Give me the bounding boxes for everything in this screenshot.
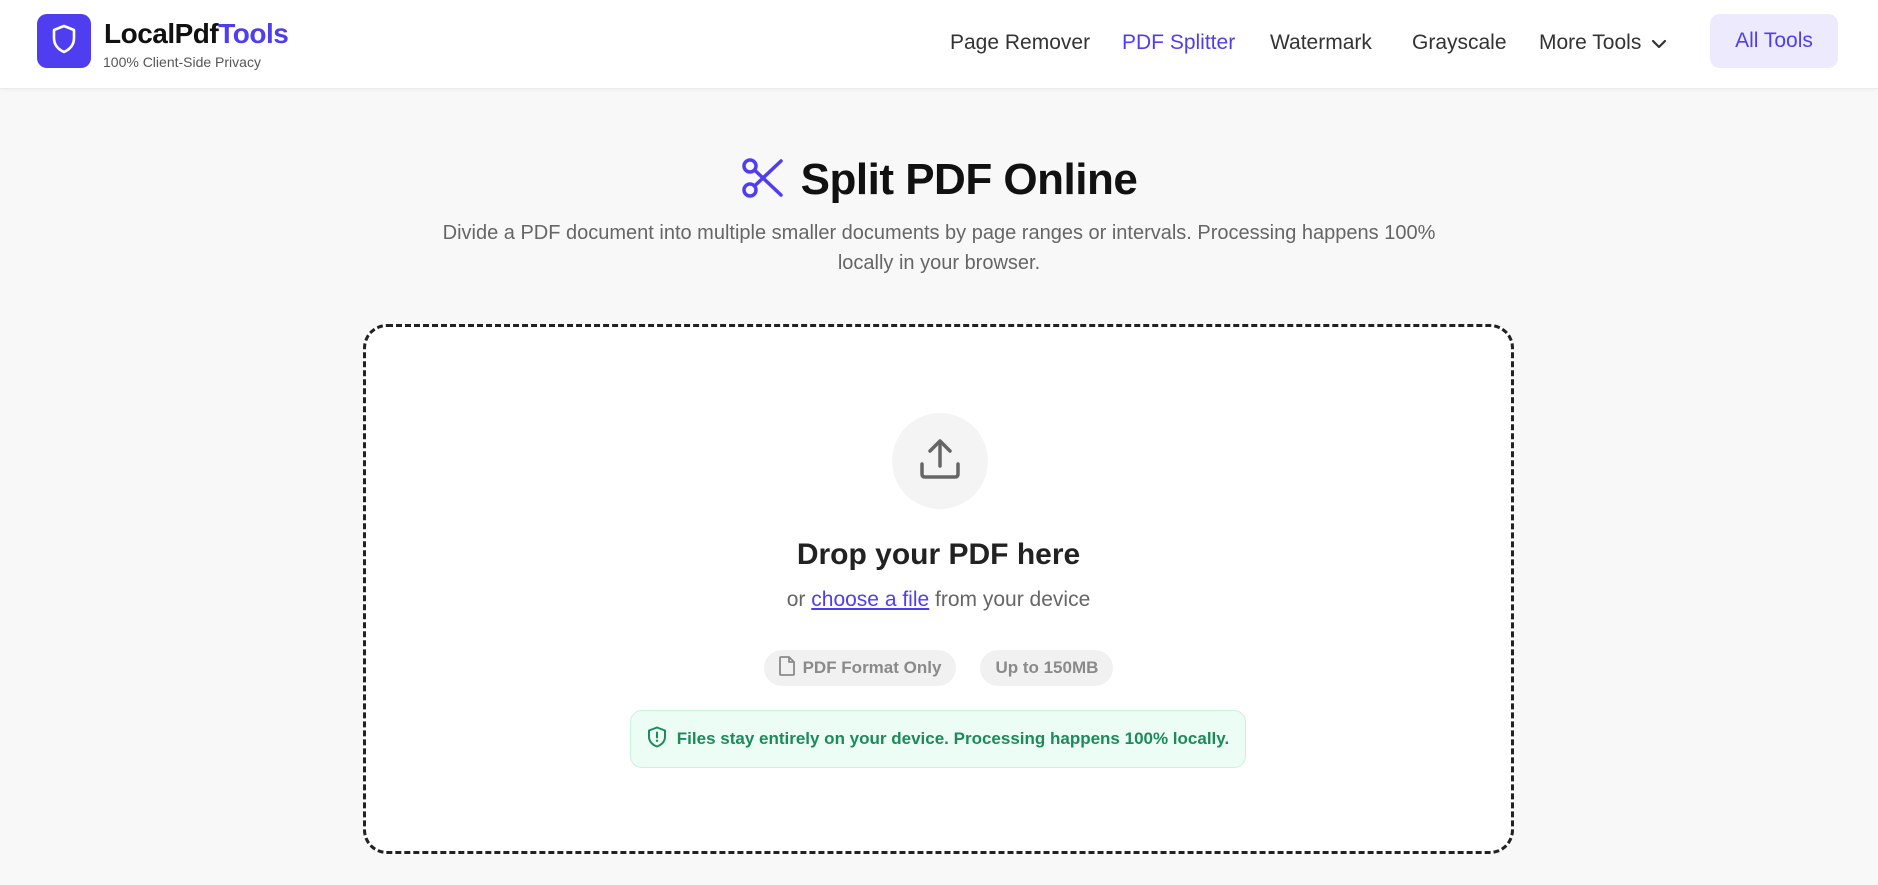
hero-heading: Split PDF Online [0, 150, 1878, 210]
choose-file-link[interactable]: choose a file [811, 588, 929, 611]
nav-pdf-splitter[interactable]: PDF Splitter [1122, 30, 1235, 56]
badge-size-limit-label: Up to 150MB [995, 658, 1099, 677]
all-tools-button[interactable]: All Tools [1710, 14, 1838, 68]
privacy-notice-text: Files stay entirely on your device. Proc… [676, 729, 1230, 748]
nav-watermark[interactable]: Watermark [1270, 30, 1372, 56]
file-requirements: PDF Format Only Up to 150MB [366, 650, 1511, 686]
nav-more-tools[interactable]: More Tools [1539, 30, 1667, 56]
nav-page-remover[interactable]: Page Remover [950, 30, 1090, 56]
file-dropzone[interactable]: Drop your PDF here or choose a file from… [363, 324, 1514, 854]
page-description: Divide a PDF document into multiple smal… [442, 222, 1436, 274]
upload-icon-container[interactable] [892, 413, 988, 509]
scissors-icon [741, 156, 785, 205]
nav-grayscale[interactable]: Grayscale [1412, 30, 1507, 56]
nav-more-tools-label: More Tools [1539, 31, 1642, 54]
chevron-down-icon [1651, 30, 1667, 56]
upload-icon [917, 436, 963, 487]
privacy-notice: Files stay entirely on your device. Proc… [630, 710, 1246, 768]
dropzone-sub-prefix: or [786, 588, 806, 611]
file-icon [778, 655, 795, 681]
shield-icon [51, 24, 77, 59]
badge-pdf-format-label: PDF Format Only [802, 658, 942, 677]
brand-name-part1: LocalPdf [104, 18, 219, 49]
site-header: LocalPdfTools 100% Client-Side Privacy P… [0, 0, 1878, 89]
logo[interactable] [37, 14, 91, 68]
badge-size-limit: Up to 150MB [980, 650, 1114, 686]
badge-pdf-format: PDF Format Only [763, 650, 957, 686]
brand-name[interactable]: LocalPdfTools [104, 18, 289, 50]
dropzone-title: Drop your PDF here [796, 538, 1081, 571]
dropzone-sub-suffix: from your device [935, 588, 1091, 611]
page-title: Split PDF Online [800, 155, 1138, 204]
brand-name-part2: Tools [218, 18, 289, 49]
dropzone-subtitle: or choose a file from your device [366, 585, 1511, 615]
shield-alert-icon [647, 726, 667, 753]
brand-tagline: 100% Client-Side Privacy [103, 54, 261, 70]
